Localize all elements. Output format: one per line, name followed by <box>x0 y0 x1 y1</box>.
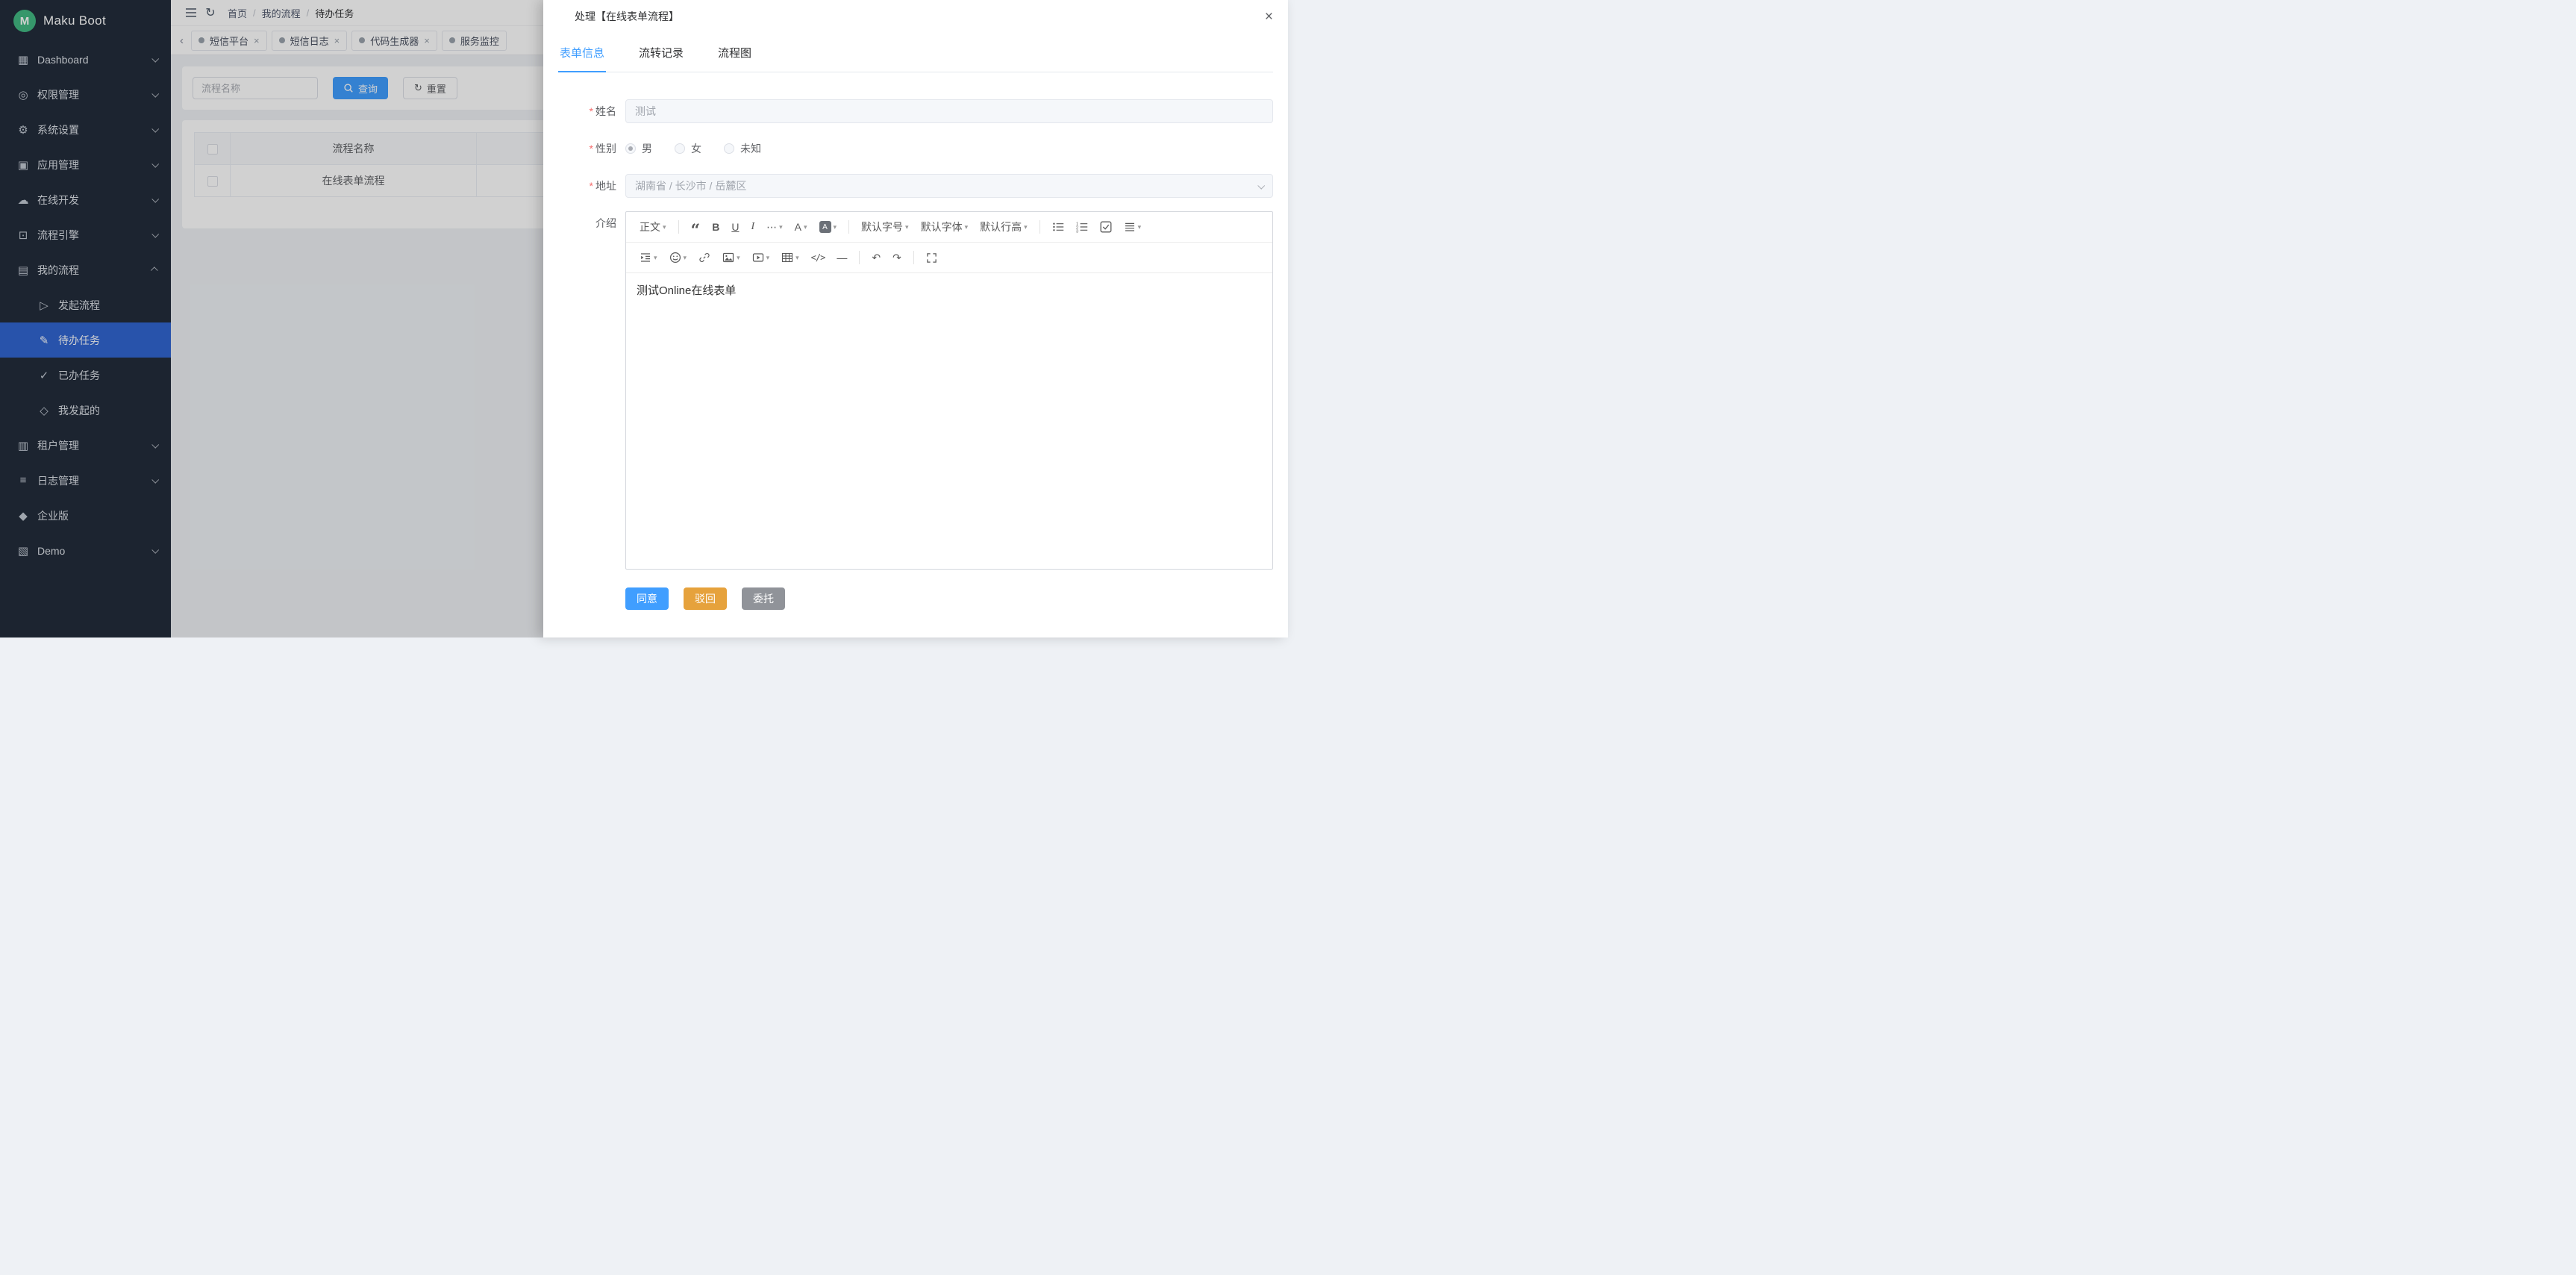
radio-icon <box>724 143 734 154</box>
more-styles-button[interactable]: ⋯▾ <box>760 216 789 237</box>
drawer-actions: 同意 驳回 委托 <box>625 587 1288 610</box>
underline-button[interactable]: U <box>725 216 745 237</box>
divider-line-button[interactable]: — <box>831 247 853 268</box>
name-label: *姓名 <box>543 99 625 123</box>
drawer-title: 处理【在线表单流程】 <box>575 9 679 24</box>
required-mark: * <box>590 105 593 117</box>
toolbar-divider <box>678 220 679 234</box>
drawer-body: *姓名 *性别 男 女 未知 <box>543 72 1288 638</box>
radio-male[interactable]: 男 <box>625 141 652 156</box>
line-height-select[interactable]: 默认行高▾ <box>974 216 1034 237</box>
radio-icon <box>675 143 685 154</box>
svg-text:3: 3 <box>1076 229 1078 233</box>
required-mark: * <box>590 180 593 192</box>
indent-button[interactable]: ▾ <box>634 247 663 268</box>
image-button[interactable]: ▾ <box>716 247 746 268</box>
toolbar-divider <box>848 220 849 234</box>
undo-button[interactable]: ↶ <box>866 247 887 268</box>
emoji-button[interactable]: ▾ <box>663 247 693 268</box>
gender-label: *性别 <box>543 137 625 160</box>
radio-label: 女 <box>691 141 701 156</box>
rich-text-editor: 正文▾ “ B U I ⋯▾ A▾ A▾ <box>625 211 1273 570</box>
radio-unknown[interactable]: 未知 <box>724 141 761 156</box>
font-color-button[interactable]: A▾ <box>789 216 813 237</box>
link-icon <box>698 252 710 264</box>
intro-label: 介绍 <box>543 211 625 235</box>
radio-label: 男 <box>642 141 652 156</box>
close-icon[interactable]: × <box>1265 10 1273 24</box>
fullscreen-button[interactable] <box>920 247 943 268</box>
image-icon <box>722 252 734 264</box>
drawer-header: 处理【在线表单流程】 × <box>543 0 1288 33</box>
table-icon <box>781 252 793 264</box>
code-block-button[interactable]: </> <box>805 247 831 268</box>
table-button[interactable]: ▾ <box>775 247 805 268</box>
radio-checked-icon <box>625 143 636 154</box>
bg-color-button[interactable]: A▾ <box>813 216 843 237</box>
chevron-down-icon <box>1257 181 1265 189</box>
ordered-list-icon: 123 <box>1076 221 1088 233</box>
radio-label: 未知 <box>740 141 761 156</box>
bullet-list-icon <box>1052 221 1064 233</box>
link-button[interactable] <box>693 247 716 268</box>
radio-female[interactable]: 女 <box>675 141 701 156</box>
italic-button[interactable]: I <box>745 216 760 237</box>
delegate-button[interactable]: 委托 <box>742 587 785 610</box>
justify-icon <box>1124 221 1136 233</box>
video-icon <box>752 252 764 264</box>
todo-list-button[interactable] <box>1094 216 1118 237</box>
toolbar-divider <box>859 251 860 264</box>
video-button[interactable]: ▾ <box>746 247 776 268</box>
tab-form-info[interactable]: 表单信息 <box>558 33 606 72</box>
justify-button[interactable]: ▾ <box>1118 216 1148 237</box>
ordered-list-button[interactable]: 123 <box>1070 216 1094 237</box>
gender-form-row: *性别 男 女 未知 <box>543 137 1288 160</box>
bold-button[interactable]: B <box>706 216 725 237</box>
reject-button[interactable]: 驳回 <box>684 587 727 610</box>
emoji-icon <box>669 252 681 264</box>
paragraph-style-select[interactable]: 正文▾ <box>634 216 672 237</box>
font-size-select[interactable]: 默认字号▾ <box>855 216 915 237</box>
blockquote-button[interactable]: “ <box>685 216 707 237</box>
address-value: 湖南省 / 长沙市 / 岳麓区 <box>635 178 746 193</box>
bullet-list-button[interactable] <box>1046 216 1070 237</box>
tab-flow-chart[interactable]: 流程图 <box>716 33 753 72</box>
editor-content[interactable]: 测试Online在线表单 <box>626 273 1272 569</box>
approve-button[interactable]: 同意 <box>625 587 669 610</box>
font-family-select[interactable]: 默认字体▾ <box>915 216 975 237</box>
toolbar-divider <box>913 251 914 264</box>
indent-icon <box>640 252 651 264</box>
editor-toolbar-row-2: ▾ ▾ ▾ ▾ <box>626 243 1272 273</box>
gender-radio-group: 男 女 未知 <box>625 137 761 160</box>
address-label: *地址 <box>543 174 625 198</box>
todo-list-icon <box>1100 221 1112 233</box>
tab-flow-record[interactable]: 流转记录 <box>637 33 685 72</box>
name-form-row: *姓名 <box>543 99 1288 123</box>
redo-button[interactable]: ↷ <box>887 247 907 268</box>
fullscreen-icon <box>926 252 937 264</box>
process-handle-drawer: 处理【在线表单流程】 × 表单信息 流转记录 流程图 *姓名 *性别 男 <box>543 0 1288 638</box>
address-form-row: *地址 湖南省 / 长沙市 / 岳麓区 <box>543 174 1288 198</box>
editor-toolbar-row-1: 正文▾ “ B U I ⋯▾ A▾ A▾ <box>626 212 1272 243</box>
address-select[interactable]: 湖南省 / 长沙市 / 岳麓区 <box>625 174 1273 198</box>
intro-form-row: 介绍 正文▾ “ B U I ⋯▾ <box>543 211 1288 570</box>
drawer-tabs: 表单信息 流转记录 流程图 <box>558 33 1273 72</box>
required-mark: * <box>590 143 593 155</box>
name-input[interactable] <box>625 99 1273 123</box>
